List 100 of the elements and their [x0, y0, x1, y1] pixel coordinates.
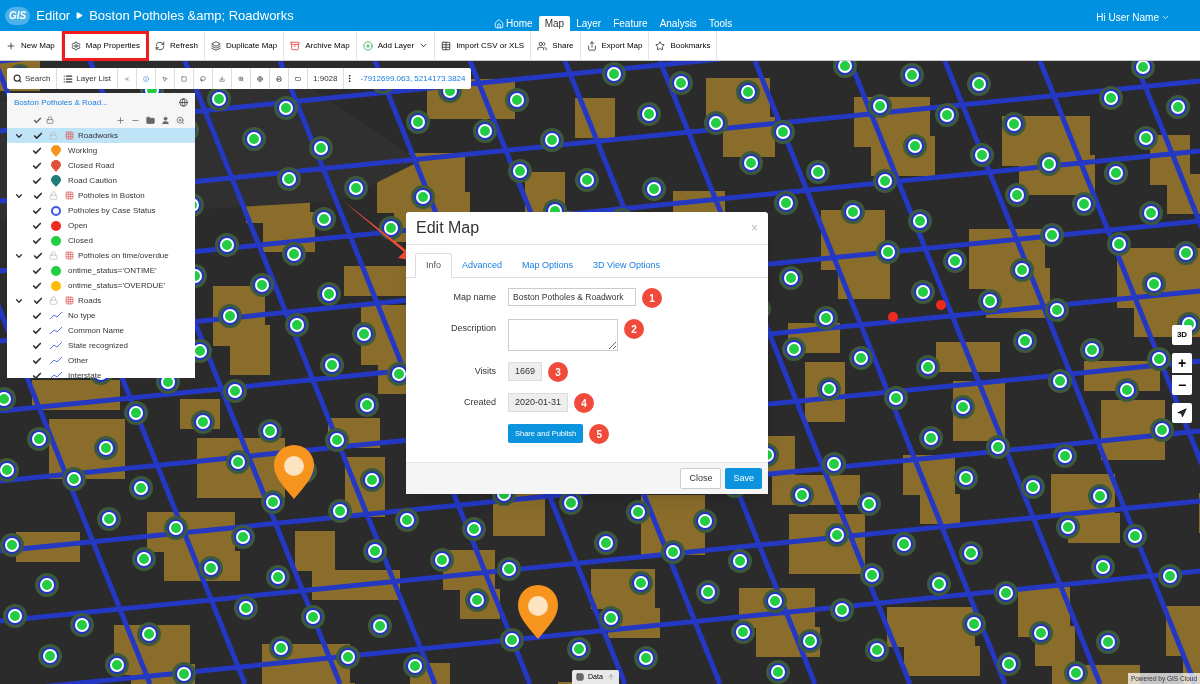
- toolbar-button[interactable]: Import CSV or XLS: [435, 30, 532, 61]
- grid-icon: [576, 673, 584, 681]
- layer-row[interactable]: Roads: [7, 293, 195, 308]
- search-button[interactable]: Search: [7, 68, 58, 89]
- check-icon[interactable]: [32, 220, 42, 231]
- zoom-out-button[interactable]: −: [1172, 375, 1192, 395]
- pointer-icon: [162, 73, 169, 84]
- legend-label: Open: [68, 219, 88, 232]
- zoom-icon[interactable]: [176, 115, 185, 125]
- layer-name[interactable]: Roads: [78, 294, 102, 307]
- description-field[interactable]: [508, 319, 618, 351]
- toolbar-button[interactable]: Share: [531, 30, 581, 61]
- dialog-tab[interactable]: Map Options: [512, 253, 584, 278]
- layer-name[interactable]: Potholes in Boston: [78, 189, 145, 202]
- legend-label: Closed: [68, 234, 93, 247]
- download-icon: [219, 73, 226, 84]
- layer-row[interactable]: Potholes on time/overdue: [7, 248, 195, 263]
- check-icon[interactable]: [32, 370, 42, 378]
- step-badge: 1: [642, 288, 662, 308]
- toolbar-button[interactable]: Add Layer: [356, 30, 436, 61]
- layer-name[interactable]: Potholes on time/overdue: [78, 249, 169, 262]
- layer-group-icon: [64, 131, 74, 140]
- navigation-icon: [1177, 408, 1187, 418]
- check-icon[interactable]: [32, 235, 42, 246]
- coordinates-label: -7912699.063, 5214173.3824: [359, 72, 467, 85]
- toolbar-icon: [70, 40, 81, 51]
- more-icon[interactable]: [345, 74, 354, 83]
- check-icon[interactable]: [32, 310, 42, 321]
- check-icon[interactable]: [32, 160, 42, 171]
- toolbar-button[interactable]: Export Map: [580, 30, 650, 61]
- step-badge: 5: [589, 424, 610, 444]
- lasso-icon: [200, 73, 207, 84]
- toolbar-button[interactable]: Duplicate Map: [205, 30, 285, 61]
- breadcrumb-item: Boston Potholes &amp; Roadworks: [89, 6, 294, 25]
- caret-icon: [419, 41, 429, 50]
- arrow-up-icon: [606, 673, 615, 681]
- check-icon[interactable]: [32, 190, 43, 201]
- info-icon: [143, 73, 150, 84]
- zoom-in-button[interactable]: +: [1172, 353, 1192, 373]
- check-icon[interactable]: [32, 265, 42, 276]
- toolbar-button[interactable]: Archive Map: [284, 30, 357, 61]
- step-badge: 3: [548, 362, 569, 382]
- check-icon[interactable]: [32, 130, 43, 141]
- list-icon: [63, 73, 74, 84]
- legend-label: ontime_status='OVERDUE': [68, 279, 166, 292]
- legend-label: Other: [68, 354, 88, 367]
- legend-label: Road Caution: [68, 174, 117, 187]
- globe-icon: [257, 73, 264, 84]
- 3d-button[interactable]: 3D: [1172, 325, 1192, 345]
- scale-label: 1:9028: [308, 68, 344, 89]
- user-icon[interactable]: [161, 115, 170, 125]
- check-icon[interactable]: [33, 115, 42, 125]
- toolbar-icon: [362, 40, 373, 51]
- globe-icon[interactable]: [179, 98, 188, 107]
- step-badge: 2: [624, 319, 644, 339]
- check-icon[interactable]: [32, 145, 42, 156]
- layer-row[interactable]: Roadworks: [7, 128, 195, 143]
- dialog-tab[interactable]: 3D View Options: [583, 253, 670, 278]
- layer-group-icon: [64, 191, 74, 200]
- legend-label: Potholes by Case Status: [68, 204, 156, 217]
- layer-name[interactable]: Roadworks: [78, 129, 118, 142]
- toolbar-button[interactable]: Map Properties: [61, 30, 150, 61]
- dialog-tab[interactable]: Info: [415, 253, 452, 278]
- check-icon[interactable]: [32, 205, 42, 216]
- folder-icon[interactable]: [146, 115, 155, 125]
- toolbar-icon: [211, 40, 222, 51]
- toolbar-button[interactable]: Bookmarks: [649, 30, 718, 61]
- toolbar-button[interactable]: Refresh: [149, 30, 206, 61]
- layer-list-button[interactable]: Layer List: [57, 68, 119, 89]
- caret-icon: [1161, 13, 1170, 22]
- legend-label: State recognized: [68, 339, 129, 352]
- layer-row[interactable]: Potholes in Boston: [7, 188, 195, 203]
- check-icon[interactable]: [32, 340, 42, 351]
- check-icon[interactable]: [32, 325, 42, 336]
- lock-icon[interactable]: [46, 116, 54, 124]
- toolbar-icon: [537, 40, 548, 51]
- dialog-title: Edit Map: [416, 218, 480, 238]
- check-icon[interactable]: [32, 280, 42, 291]
- check-icon[interactable]: [32, 295, 43, 306]
- nav-tab[interactable]: Map: [538, 16, 571, 31]
- close-button[interactable]: Close: [680, 468, 722, 489]
- text-field[interactable]: Boston Potholes & Roadwork: [508, 288, 636, 306]
- breadcrumb-arrow-icon: [76, 12, 84, 19]
- check-icon[interactable]: [32, 175, 42, 186]
- check-icon[interactable]: [32, 355, 42, 366]
- legend-label: Interstate: [68, 369, 102, 378]
- legend-label: Closed Road: [68, 159, 115, 172]
- toolbar-icon: [155, 40, 166, 51]
- legend-label: No type: [68, 309, 96, 322]
- toolbar-icon: [655, 40, 666, 51]
- toolbar-button[interactable]: New Map: [0, 30, 62, 61]
- locate-button[interactable]: [1172, 403, 1192, 423]
- step-badge: 4: [574, 393, 595, 413]
- readonly-field: 2020-01-31: [508, 393, 569, 412]
- check-icon[interactable]: [32, 250, 43, 261]
- field-label: Map name: [453, 292, 496, 302]
- dialog-tab[interactable]: Advanced: [452, 253, 513, 278]
- layer-group-icon: [64, 251, 74, 260]
- search-icon: [13, 74, 22, 83]
- add-icon[interactable]: [116, 115, 125, 125]
